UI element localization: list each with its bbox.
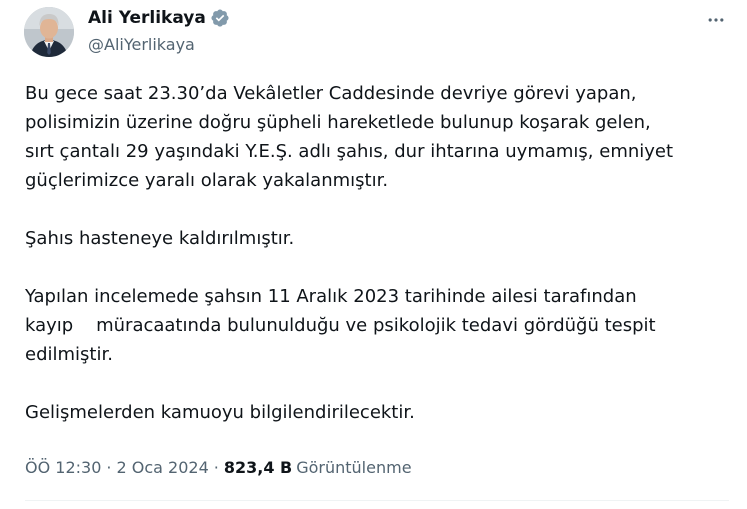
tweet-text: Bu gece saat 23.30’da Vekâletler Caddesi… xyxy=(25,79,725,427)
tweet-date[interactable]: 2 Oca 2024 xyxy=(116,458,208,477)
author-block: Ali Yerlikaya @AliYerlikaya xyxy=(88,6,230,54)
avatar-photo xyxy=(24,7,74,57)
tweet-line: Yapılan incelemede şahsın 11 Aralık 2023… xyxy=(25,286,637,307)
views-count[interactable]: 823,4 B xyxy=(224,458,292,477)
meta-separator: · xyxy=(213,458,219,477)
verified-badge-icon[interactable] xyxy=(210,8,230,28)
name-row: Ali Yerlikaya xyxy=(88,6,230,30)
tweet-line: edilmiştir. xyxy=(25,344,113,365)
meta-separator: · xyxy=(106,458,112,477)
views-label: Görüntülenme xyxy=(296,458,412,477)
tweet-time[interactable]: ÖÖ 12:30 xyxy=(25,458,101,477)
tweet-line: güçlerimizce yaralı olarak yakalanmıştır… xyxy=(25,170,389,191)
tweet-line: polisimizin üzerine doğru şüpheli hareke… xyxy=(25,112,651,133)
more-horizontal-icon[interactable] xyxy=(704,8,728,32)
tweet-line: Gelişmelerden kamuoyu bilgilendirilecekt… xyxy=(25,402,415,423)
tweet-line: kayıp müracaatında bulunulduğu ve psikol… xyxy=(25,315,656,336)
tweet-card: Ali Yerlikaya @AliYerlikaya Bu gece saat… xyxy=(0,0,747,509)
tweet-line: Şahıs hasteneye kaldırılmıştır. xyxy=(25,228,295,249)
tweet-line: sırt çantalı 29 yaşındaki Y.E.Ş. adlı şa… xyxy=(25,141,674,162)
tweet-line: Bu gece saat 23.30’da Vekâletler Caddesi… xyxy=(25,83,637,104)
avatar[interactable] xyxy=(24,7,74,57)
divider xyxy=(25,500,729,501)
display-name[interactable]: Ali Yerlikaya xyxy=(88,8,206,28)
handle[interactable]: @AliYerlikaya xyxy=(88,35,230,54)
tweet-meta: ÖÖ 12:30 · 2 Oca 2024 · 823,4 B Görüntül… xyxy=(25,458,412,477)
